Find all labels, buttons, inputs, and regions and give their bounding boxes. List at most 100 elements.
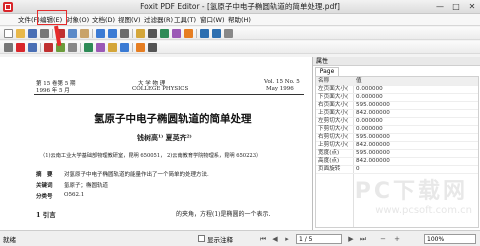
minimize-button[interactable]: — [432,0,448,14]
header-rule [34,94,304,95]
select-tool-icon[interactable] [148,29,157,38]
add-image-icon[interactable] [96,43,105,52]
property-name: 上页面大小( [318,110,349,116]
zoom-level-field[interactable]: 100% [424,234,476,244]
image-tool-icon[interactable] [172,29,181,38]
line-tool-icon[interactable] [184,29,193,38]
add-text-icon[interactable] [84,43,93,52]
document-view[interactable]: 第 15 卷第 5 期 1996 年 5 月 大 学 物 理 COLLEGE P… [0,57,312,230]
header-right-1: Vol. 15 No. 5 [264,79,300,85]
find-icon[interactable] [120,29,129,38]
copy-icon[interactable] [68,29,77,38]
highlight-icon[interactable] [136,43,145,52]
abstract-label: 摘 要 [36,172,53,178]
save-icon[interactable] [28,29,37,38]
show-annotations-label: 显示注释 [207,236,233,244]
panel-header: 属性 [313,57,480,66]
page-nav-icon[interactable]: ▸ [282,234,292,244]
comment-icon[interactable] [148,43,157,52]
zoom-in-icon[interactable] [200,29,209,38]
zoom-out-icon[interactable] [212,29,221,38]
menu-tools[interactable]: 工具(T) [174,14,196,26]
property-name: 下剪切大小( [318,126,349,132]
edit-menu-highlight-box [37,10,67,25]
undo-icon[interactable] [96,29,105,38]
property-value: 595.000000 [356,102,390,108]
next-page-icon[interactable]: ▶ [346,234,356,244]
column-header-value: 值 [356,78,362,84]
text-tool-icon[interactable] [160,29,169,38]
class-label: 分类号 [36,194,53,200]
redo-icon[interactable] [108,29,117,38]
body-text-fragment: 的夹角，方程(1)是椭圆的一个表示. [176,211,271,218]
edit-toolbar [0,41,480,54]
property-name: 宽度(点) [318,150,340,156]
status-text: 就绪 [3,236,16,244]
prev-page-icon[interactable]: ◀ [270,234,280,244]
toolbar-separator [132,43,133,52]
menu-window[interactable]: 窗口(W) [200,14,225,26]
pdf-icon[interactable] [16,43,25,52]
open-folder-icon[interactable] [16,29,25,38]
property-value: 0 [356,166,360,172]
maximize-button[interactable]: □ [448,0,464,14]
first-page-icon[interactable]: ⏮ [258,234,268,244]
delete-icon[interactable] [44,43,53,52]
property-name: 下页面大小( [318,94,349,100]
panel-title: 属性 [316,58,329,65]
main-toolbar [0,27,480,40]
property-name: 上剪切大小( [318,142,349,148]
keywords-label: 关键词 [36,183,53,189]
toolbar-separator [40,43,41,52]
toolbar-separator [80,43,81,52]
rotate-icon[interactable] [68,43,77,52]
menu-filter[interactable]: 过滤器(R) [144,14,173,26]
property-value: 0.000000 [356,94,383,100]
menu-view[interactable]: 视图(V) [118,14,141,26]
page-number-field[interactable]: 1 / 5 [296,234,342,244]
toolbar-separator [52,29,53,38]
properties-icon[interactable] [224,29,233,38]
header-center-2: COLLEGE PHYSICS [132,86,189,92]
section-heading: 1 引言 [36,211,56,219]
menu-bar: 文件(F) 编辑(E) 对象(O) 文档(D) 视图(V) 过滤器(R) 工具(… [0,14,480,26]
page-icon[interactable] [28,43,37,52]
keywords-text: 氢原子；椭圆轨道 [64,183,109,189]
header-left-2: 1996 年 5 月 [36,88,70,94]
property-name: 右剪切大小( [318,134,349,140]
toolbar-separator [132,29,133,38]
menu-object[interactable]: 对象(O) [66,14,89,26]
tab-page[interactable]: Page [315,67,339,76]
pointer-icon[interactable] [4,43,13,52]
print-icon[interactable] [40,29,49,38]
property-value: 842.000000 [356,158,390,164]
property-name: 左页面大小( [318,86,349,92]
menu-help[interactable]: 帮助(H) [228,14,251,26]
toolbar-separator [196,29,197,38]
watermark-text: PC下载网 [354,179,468,204]
property-value: 0.000000 [356,118,383,124]
last-page-icon[interactable]: ⏭ [358,234,368,244]
property-name: 页面旋转 [318,166,341,172]
show-annotations-checkbox[interactable] [198,235,205,242]
header-right-2: May 1996 [266,86,294,92]
hand-tool-icon[interactable] [136,29,145,38]
document-affiliation: （1)云南工业大学基础部物理教研室，昆明 650051， 2)云南教育学院物理系… [40,153,262,159]
menu-document[interactable]: 文档(D) [92,14,115,26]
zoom-out-status-icon[interactable]: − [378,234,388,244]
pdf-page: 第 15 卷第 5 期 1996 年 5 月 大 学 物 理 COLLEGE P… [0,57,312,230]
toolbar-separator [92,29,93,38]
property-name: 高度(点) [318,158,340,164]
zoom-in-status-icon[interactable]: + [392,234,402,244]
property-name: 左剪切大小( [318,118,349,124]
link-icon[interactable] [120,43,129,52]
watermark-url: www.pcsoft.com.cn [375,205,472,216]
property-value: 842.000000 [356,142,390,148]
paste-icon[interactable] [80,29,89,38]
class-text: O562.1 [64,192,85,198]
add-shape-icon[interactable] [108,43,117,52]
property-value: 842.000000 [356,110,390,116]
property-name: 右页面大小( [318,102,349,108]
new-file-icon[interactable] [4,29,13,38]
close-button[interactable]: ✕ [464,0,480,14]
